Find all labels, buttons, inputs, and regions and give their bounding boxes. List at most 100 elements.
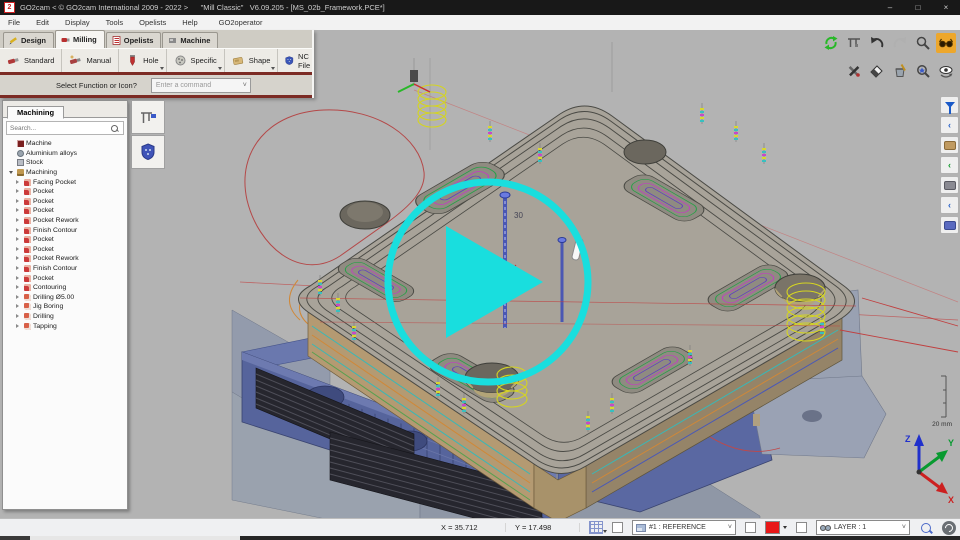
layer-selector[interactable]: LAYER : 1 ˅ xyxy=(816,520,910,535)
tab-machining[interactable]: Machining xyxy=(7,106,64,119)
collapse-button-3[interactable]: ‹ xyxy=(940,196,959,214)
reference-checkbox[interactable] xyxy=(612,522,623,533)
tree-item-operation[interactable]: Finish Contour xyxy=(3,225,127,235)
tree-item-operation[interactable]: Finish Contour xyxy=(3,264,127,274)
color-checkbox[interactable] xyxy=(745,522,756,533)
manual-button[interactable]: Manual xyxy=(62,49,119,72)
eraser-icon[interactable] xyxy=(867,61,887,81)
hole-button[interactable]: Hole xyxy=(119,49,166,72)
part-panel-button[interactable] xyxy=(940,216,959,234)
command-bar: Select Function or Icon? Enter a command… xyxy=(0,75,312,95)
menu-file[interactable]: File xyxy=(0,18,28,27)
close-button[interactable]: × xyxy=(932,0,960,15)
mill-tool-icon xyxy=(24,255,31,262)
status-sync-button[interactable] xyxy=(942,521,956,535)
standard-button[interactable]: Standard xyxy=(0,49,62,72)
chevron-left-icon: ‹ xyxy=(948,161,951,170)
tree-item-operation[interactable]: Pocket Rework xyxy=(3,216,127,226)
video-play-button[interactable] xyxy=(378,172,598,392)
ribbon-buttons: Standard Manual Hole Specific Shape xyxy=(0,48,312,72)
title-bar: 2 GO2cam < © GO2cam International 2009 -… xyxy=(0,0,960,15)
tree-item-operation[interactable]: Facing Pocket xyxy=(3,177,127,187)
current-color-swatch xyxy=(765,521,780,534)
tree-item-machining[interactable]: Machining xyxy=(3,168,127,178)
menu-bar: File Edit Display Tools Opelists Help GO… xyxy=(0,15,960,31)
mill-standard-icon xyxy=(7,54,20,67)
tree-item-operation[interactable]: Pocket xyxy=(3,273,127,283)
tab-milling[interactable]: Milling xyxy=(55,30,105,48)
chevron-left-icon: ‹ xyxy=(948,201,951,210)
minimize-button[interactable]: – xyxy=(876,0,904,15)
view-glasses-icon[interactable] xyxy=(936,33,956,53)
tab-opelists[interactable]: Opelists xyxy=(106,32,162,48)
grid-toggle-button[interactable] xyxy=(589,521,603,534)
mill-manual-icon xyxy=(69,54,82,67)
tab-design[interactable]: Design xyxy=(3,32,54,48)
tree-item-operation[interactable]: Tapping xyxy=(3,321,127,331)
redo-icon[interactable] xyxy=(890,33,910,53)
menu-opelists[interactable]: Opelists xyxy=(131,18,174,27)
machining-tree: Machine Aluminium alloys Stock Machining… xyxy=(3,137,127,331)
shape-button[interactable]: Shape xyxy=(225,49,279,72)
tree-item-operation[interactable]: Drilling Ø5.00 xyxy=(3,293,127,303)
collapse-button-2[interactable]: ‹ xyxy=(940,156,959,174)
tree-item-operation[interactable]: Pocket xyxy=(3,187,127,197)
layer-checkbox[interactable] xyxy=(796,522,807,533)
dropdown-arrow-icon[interactable] xyxy=(218,67,222,70)
tree-item-operation[interactable]: Contouring xyxy=(3,283,127,293)
nc-shield-button[interactable] xyxy=(131,135,165,169)
menu-display[interactable]: Display xyxy=(57,18,98,27)
tree-item-machine[interactable]: Machine xyxy=(3,139,127,149)
filter-button[interactable] xyxy=(940,96,959,114)
nc-file-button[interactable]: NC File xyxy=(278,49,321,72)
dropdown-arrow-icon[interactable] xyxy=(271,67,275,70)
filter-icon xyxy=(945,102,955,108)
menu-tools[interactable]: Tools xyxy=(98,18,132,27)
status-bar: X = 35.712 Y = 17.498 #1 : REFERENCE ˅ L… xyxy=(0,518,960,536)
chevron-left-icon: ‹ xyxy=(948,121,951,130)
search-box[interactable] xyxy=(6,121,124,135)
tree-item-operation[interactable]: Jig Boring xyxy=(3,302,127,312)
tree-item-operation[interactable]: Pocket xyxy=(3,197,127,207)
zoom-icon[interactable] xyxy=(913,33,933,53)
collapse-button-1[interactable]: ‹ xyxy=(940,116,959,134)
zoom-rotate-button[interactable] xyxy=(919,521,933,535)
color-selector[interactable] xyxy=(765,521,787,534)
layer-visibility-icon xyxy=(820,525,831,531)
tree-item-operation[interactable]: Pocket xyxy=(3,235,127,245)
menu-edit[interactable]: Edit xyxy=(28,18,57,27)
measure-caliper-icon[interactable] xyxy=(844,33,864,53)
chevron-down-icon: ˅ xyxy=(243,82,247,89)
menu-go2operator[interactable]: GO2operator xyxy=(211,18,271,27)
undo-icon[interactable] xyxy=(867,33,887,53)
tree-item-operation[interactable]: Pocket xyxy=(3,206,127,216)
maximize-button[interactable]: □ xyxy=(904,0,932,15)
ribbon-divider xyxy=(0,95,312,98)
specific-button[interactable]: Specific xyxy=(167,49,225,72)
regenerate-icon[interactable] xyxy=(821,33,841,53)
right-toolbar: ‹ ‹ ‹ xyxy=(940,96,959,234)
dropdown-arrow-icon[interactable] xyxy=(160,67,164,70)
delete-bin-icon[interactable] xyxy=(890,61,910,81)
tools-icon[interactable] xyxy=(844,61,864,81)
tree-item-material[interactable]: Aluminium alloys xyxy=(3,149,127,159)
tool-panel-button[interactable] xyxy=(940,136,959,154)
visibility-eye-icon[interactable] xyxy=(936,61,956,81)
y-axis-label: Y xyxy=(948,438,954,448)
window-title: GO2cam < © GO2cam International 2009 - 2… xyxy=(20,3,385,12)
reference-selector[interactable]: #1 : REFERENCE ˅ xyxy=(632,520,736,535)
tree-item-operation[interactable]: Drilling xyxy=(3,312,127,322)
mill-tool-icon xyxy=(24,246,31,253)
stock-panel-button[interactable] xyxy=(940,176,959,194)
menu-help[interactable]: Help xyxy=(174,18,205,27)
command-combo[interactable]: Enter a command ˅ xyxy=(151,78,251,93)
mill-tool-icon xyxy=(24,236,31,243)
z-axis-label: Z xyxy=(905,434,911,444)
tree-item-operation[interactable]: Pocket xyxy=(3,245,127,255)
tab-machine[interactable]: Machine xyxy=(162,32,218,48)
measure-flag-button[interactable] xyxy=(131,100,165,134)
zoom-window-icon[interactable] xyxy=(913,61,933,81)
search-input[interactable] xyxy=(7,124,111,133)
tree-item-stock[interactable]: Stock xyxy=(3,158,127,168)
tree-item-operation[interactable]: Pocket Rework xyxy=(3,254,127,264)
